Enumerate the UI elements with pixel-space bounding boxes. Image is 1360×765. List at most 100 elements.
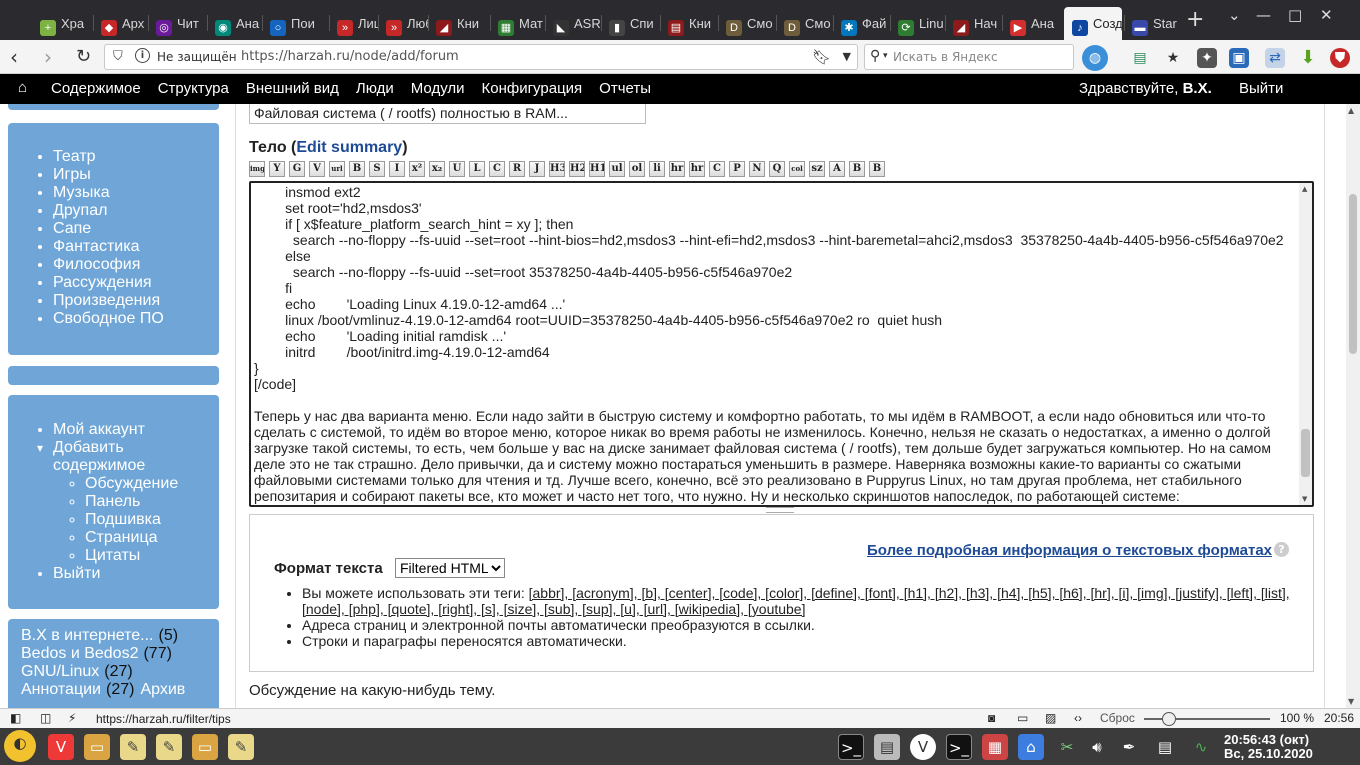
image-icon[interactable]: ▨ bbox=[1045, 711, 1056, 725]
maximize-icon[interactable]: □ bbox=[1288, 6, 1302, 24]
start-menu-icon[interactable]: ◐ bbox=[4, 730, 36, 762]
textarea-resize-grip[interactable] bbox=[766, 507, 794, 513]
page-scroll-up-icon[interactable]: ▲ bbox=[1348, 106, 1354, 115]
folder-icon[interactable]: ▭ bbox=[84, 734, 110, 760]
browser-tab[interactable]: » Лиц bbox=[329, 7, 378, 40]
info-icon[interactable]: i bbox=[135, 48, 150, 63]
search-engine-dropdown-icon[interactable]: ▾ bbox=[883, 51, 888, 61]
body-text-line[interactable]: echo 'Loading Linux 4.19.0-12-amd64 ...' bbox=[254, 296, 565, 312]
body-text-line[interactable]: insmod ext2 bbox=[254, 184, 360, 200]
new-tab-button[interactable]: + bbox=[1186, 9, 1204, 31]
bbcode-button[interactable]: ul bbox=[609, 161, 625, 177]
network-monitor-icon[interactable]: ∿ bbox=[1188, 734, 1214, 760]
sidebar-category-item[interactable]: Философия bbox=[53, 256, 219, 274]
panel-toggle-icon[interactable]: ◧ bbox=[10, 711, 21, 725]
username[interactable]: В.Х. bbox=[1183, 80, 1212, 97]
body-text-line[interactable]: linux /boot/vmlinuz-4.19.0-12-amd64 root… bbox=[254, 312, 942, 328]
body-textarea[interactable]: insmod ext2 set root='hd2,msdos3' if [ x… bbox=[249, 181, 1314, 507]
browser-tab[interactable]: ▬ Star bbox=[1124, 7, 1182, 40]
bbcode-button[interactable]: H1 bbox=[589, 161, 605, 177]
file-manager-icon[interactable]: ▤ bbox=[874, 734, 900, 760]
folder-icon-2[interactable]: ▭ bbox=[192, 734, 218, 760]
bbcode-button[interactable]: J bbox=[529, 161, 545, 177]
search-input[interactable]: ⚲ ▾ Искать в Яндекс bbox=[864, 44, 1074, 70]
sidebar-category-item[interactable]: Свободное ПО bbox=[53, 310, 219, 328]
tiling-icon[interactable]: ◫ bbox=[40, 711, 51, 725]
browser-tab[interactable]: D Смо bbox=[776, 7, 833, 40]
browser-tab[interactable]: ▶ Ана bbox=[1002, 7, 1064, 40]
browser-tab[interactable]: ◎ Чит bbox=[148, 7, 207, 40]
zoom-slider-knob[interactable] bbox=[1162, 712, 1176, 726]
textarea-scrollbar[interactable]: ▲ ▼ bbox=[1299, 183, 1312, 505]
bbcode-button[interactable]: li bbox=[649, 161, 665, 177]
bbcode-button[interactable]: B bbox=[349, 161, 365, 177]
body-text-line[interactable]: search --no-floppy --fs-uuid --set=root … bbox=[254, 264, 792, 280]
body-text-line[interactable]: else bbox=[254, 248, 311, 264]
browser-tab[interactable]: ⟳ Linu bbox=[890, 7, 945, 40]
sidebar-category-item[interactable]: Рассуждения bbox=[53, 274, 219, 292]
editor-icon-2[interactable]: ✎ bbox=[228, 734, 254, 760]
admin-menu-appearance[interactable]: Внешний вид bbox=[246, 80, 339, 97]
zoom-level[interactable]: 100 % bbox=[1280, 711, 1314, 725]
body-text-line[interactable]: } bbox=[254, 360, 259, 376]
bbcode-button[interactable]: hr bbox=[689, 161, 705, 177]
pen-icon[interactable]: ✒ bbox=[1116, 734, 1142, 760]
bbcode-button[interactable]: img bbox=[249, 161, 265, 177]
textarea-scroll-thumb[interactable] bbox=[1301, 429, 1310, 477]
images-toggle-icon[interactable]: ⚡︎ bbox=[68, 711, 76, 725]
browser-tab[interactable]: + Хра bbox=[32, 7, 90, 40]
keyboard-layout-icon[interactable]: ▤ bbox=[1152, 734, 1178, 760]
terminal-icon-2[interactable]: >_ bbox=[946, 734, 972, 760]
tag-name[interactable]: Аннотации bbox=[21, 681, 101, 698]
add-content-item[interactable]: Обсуждение bbox=[85, 475, 219, 493]
tag-name[interactable]: Архив bbox=[140, 681, 185, 698]
browser-tab[interactable]: ♪ Созд bbox=[1064, 7, 1122, 40]
browser-tab[interactable]: ✱ Фай bbox=[833, 7, 890, 40]
bbcode-button[interactable]: G bbox=[289, 161, 305, 177]
bbcode-button[interactable]: B bbox=[849, 161, 865, 177]
add-content-item[interactable]: Подшивка bbox=[85, 511, 219, 529]
format-select[interactable]: Filtered HTML bbox=[395, 558, 505, 578]
add-content-item[interactable]: Цитаты bbox=[85, 547, 219, 565]
volume-icon[interactable]: 🔊︎ bbox=[1084, 734, 1110, 760]
sidebar-category-item[interactable]: Игры bbox=[53, 166, 219, 184]
admin-menu-reports[interactable]: Отчеты bbox=[599, 80, 651, 97]
browser-tab[interactable]: ▮ Спи bbox=[601, 7, 660, 40]
browser-tab[interactable]: D Смо bbox=[718, 7, 776, 40]
text-editor-icon[interactable]: ✎ bbox=[120, 734, 146, 760]
page-scroll-down-icon[interactable]: ▼ bbox=[1348, 697, 1354, 706]
bbcode-button[interactable]: H3 bbox=[549, 161, 565, 177]
bbcode-button[interactable]: L bbox=[469, 161, 485, 177]
bbcode-button[interactable]: C bbox=[709, 161, 725, 177]
translate-icon[interactable]: ⇄ bbox=[1265, 48, 1285, 68]
home-folder-icon[interactable]: ⌂ bbox=[1018, 734, 1044, 760]
page-scrollbar[interactable]: ▲ ▼ bbox=[1346, 104, 1360, 708]
forward-icon[interactable]: › bbox=[44, 46, 52, 68]
screenshot-icon[interactable]: ▣ bbox=[1229, 48, 1249, 68]
chevron-down-icon[interactable]: ▼ bbox=[843, 50, 851, 63]
body-text-line[interactable]: search --no-floppy --fs-uuid --set=root … bbox=[254, 232, 1284, 248]
scroll-down-icon[interactable]: ▼ bbox=[1302, 495, 1307, 503]
bbcode-button[interactable]: N bbox=[749, 161, 765, 177]
close-window-icon[interactable]: ✕ bbox=[1320, 6, 1333, 24]
body-text[interactable]: insmod ext2 set root='hd2,msdos3' if [ x… bbox=[251, 183, 1299, 505]
body-text-line[interactable]: fi bbox=[254, 280, 292, 296]
bbcode-button[interactable]: ol bbox=[629, 161, 645, 177]
edit-summary-link[interactable]: Edit summary bbox=[296, 139, 402, 156]
menu-add-content-label[interactable]: Добавить содержимое bbox=[53, 439, 145, 474]
bbcode-button[interactable]: x₂ bbox=[429, 161, 445, 177]
bbcode-button[interactable]: hr bbox=[669, 161, 685, 177]
reader-icon[interactable]: ▤ bbox=[1130, 48, 1150, 68]
help-icon[interactable]: ? bbox=[1274, 542, 1289, 557]
sidebar-category-item[interactable]: Театр bbox=[53, 148, 219, 166]
security-label[interactable]: Не защищён bbox=[157, 50, 237, 64]
logout-link[interactable]: Выйти bbox=[1239, 80, 1283, 97]
bbcode-button[interactable]: I bbox=[389, 161, 405, 177]
browser-tab[interactable]: ◢ Кни bbox=[428, 7, 490, 40]
tag-name[interactable]: Bedos и Bedos2 bbox=[21, 645, 138, 662]
bbcode-button[interactable]: x² bbox=[409, 161, 425, 177]
scissors-icon[interactable]: ✂ bbox=[1054, 734, 1080, 760]
title-input[interactable]: Файловая система ( / rootfs) полностью в… bbox=[249, 104, 646, 124]
url-text[interactable]: https://harzah.ru/node/add/forum bbox=[241, 49, 459, 64]
browser-tab[interactable]: ▦ Мат bbox=[490, 7, 545, 40]
